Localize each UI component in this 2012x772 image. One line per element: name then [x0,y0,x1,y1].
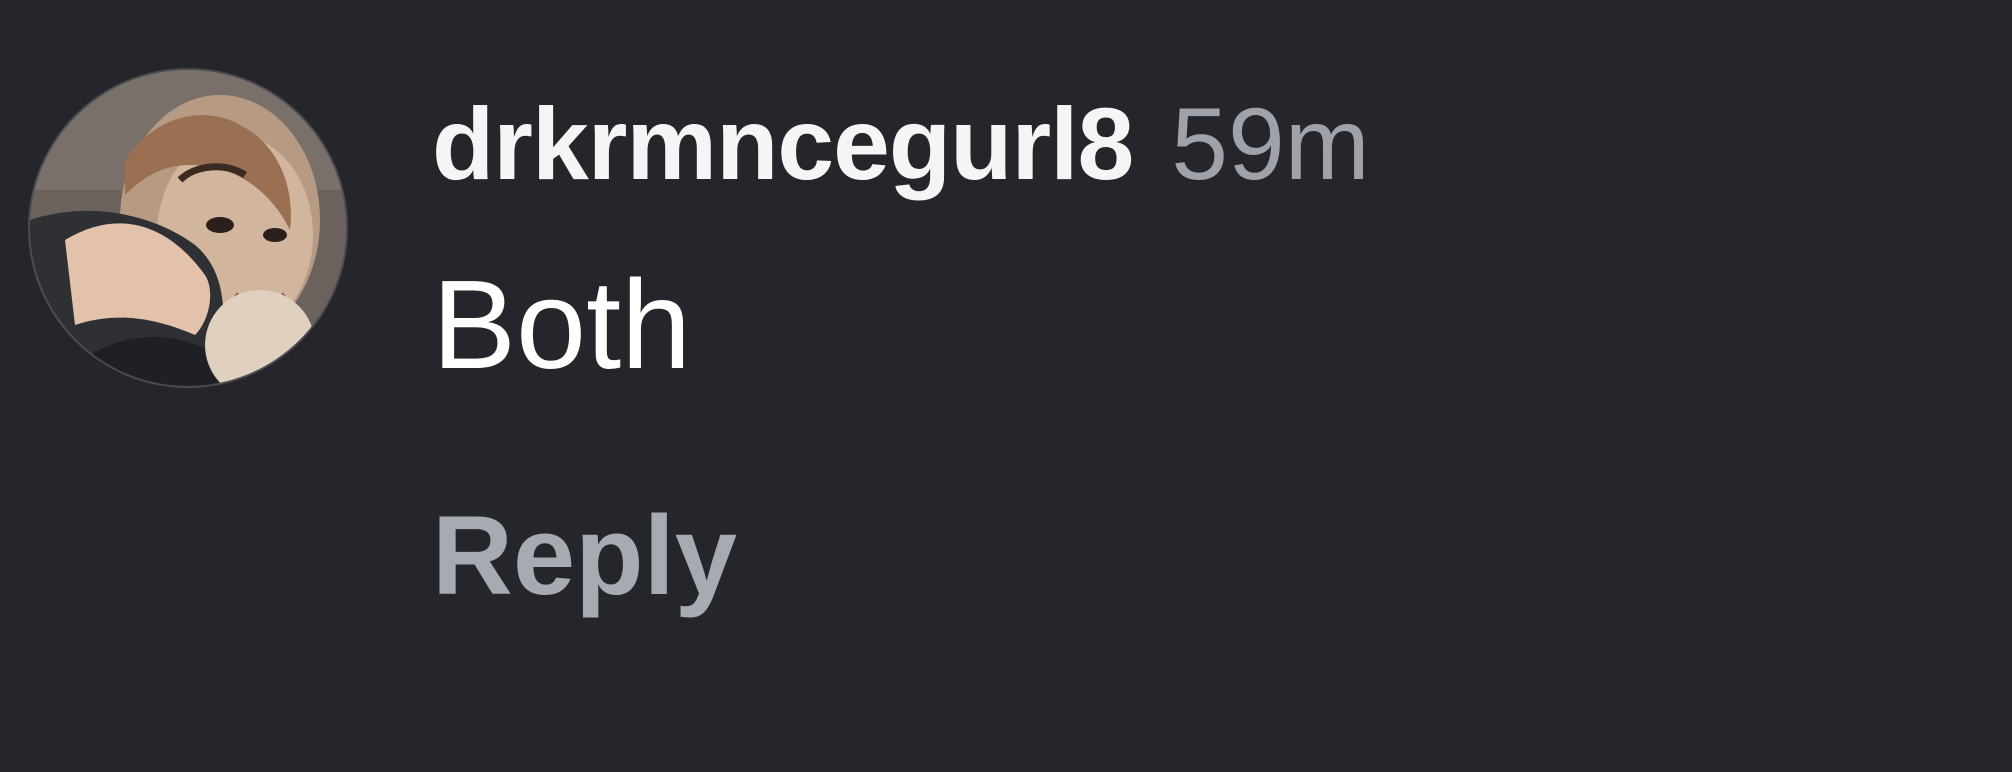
comment: drkrmncegurl8 59m Both Reply [0,0,2012,772]
avatar[interactable] [30,70,346,386]
avatar-photo [30,70,346,386]
username[interactable]: drkrmncegurl8 [432,86,1134,203]
comment-header: drkrmncegurl8 59m [432,86,1370,206]
comment-text: Both [432,254,692,395]
reply-button[interactable]: Reply [432,500,737,612]
timestamp: 59m [1171,87,1370,201]
